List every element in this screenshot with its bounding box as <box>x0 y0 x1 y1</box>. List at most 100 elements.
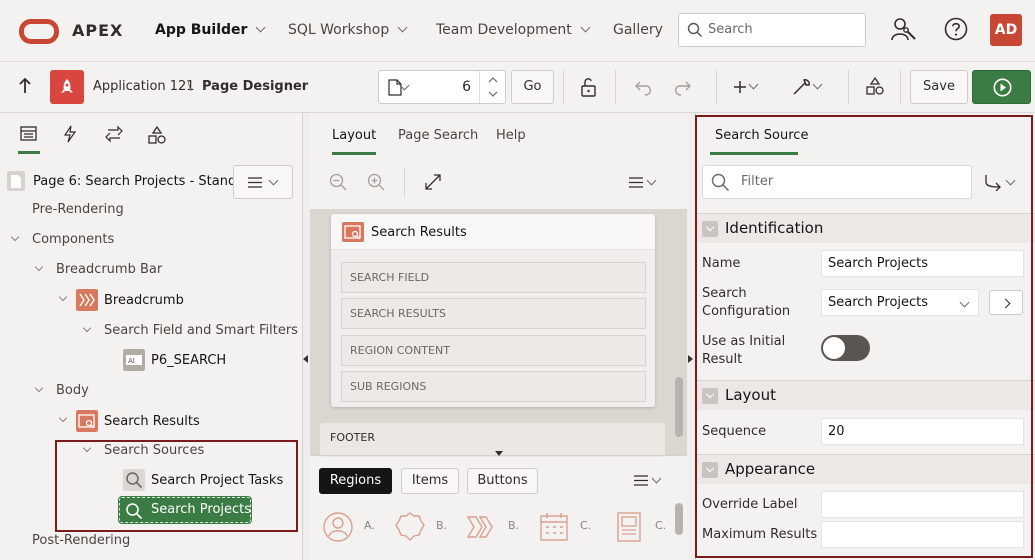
breadcrumb-icon <box>76 289 98 311</box>
expand-icon[interactable] <box>424 173 442 191</box>
gallery-item[interactable]: C. <box>538 511 591 547</box>
gallery-scrollbar[interactable] <box>675 503 683 535</box>
tree-node-body[interactable]: Body <box>34 379 89 403</box>
collapse-right-pane-handle[interactable] <box>688 355 693 363</box>
gallery-tabs: Regions Items Buttons <box>310 455 687 503</box>
undo-icon[interactable] <box>634 79 654 97</box>
layout-menu-button[interactable] <box>624 171 664 195</box>
breadcrumb-current: Page Designer <box>202 79 309 94</box>
tab-shared-components[interactable] <box>147 125 167 149</box>
chevron-down-icon <box>34 262 44 272</box>
tree-node-search-results[interactable]: Search Results <box>104 414 200 429</box>
rocket-icon <box>61 79 73 93</box>
gallery-item[interactable]: C. <box>613 511 666 547</box>
search-input[interactable] <box>708 22 858 37</box>
chevron-down-icon <box>34 383 44 393</box>
tree-node-breadcrumb[interactable]: Breadcrumb <box>104 293 184 308</box>
save-button[interactable]: Save <box>910 70 968 104</box>
page-number[interactable]: 6 <box>462 79 471 95</box>
nav-app-builder[interactable]: App Builder <box>155 22 266 38</box>
zoom-in-icon[interactable] <box>367 173 385 191</box>
drop-zone-region-content[interactable]: REGION CONTENT <box>341 335 646 366</box>
chevron-down-icon <box>82 323 92 333</box>
avatar-region-icon <box>323 512 353 542</box>
gallery-item[interactable]: B. <box>394 511 447 547</box>
shared-components-icon <box>148 125 166 144</box>
brand-name[interactable]: APEX <box>72 21 123 40</box>
region-card-search-results[interactable]: Search Results SEARCH FIELD SEARCH RESUL… <box>331 214 655 407</box>
breadcrumb-application[interactable]: Application 121 <box>93 79 195 94</box>
breadcrumb-region-icon <box>466 516 493 538</box>
chevron-down-icon <box>58 413 68 423</box>
go-button[interactable]: Go <box>511 70 554 104</box>
canvas-scrollbar[interactable] <box>675 377 683 437</box>
tab-help[interactable]: Help <box>496 128 526 143</box>
tree-node-post-rendering[interactable]: Post-Rendering <box>12 529 130 553</box>
tree-node-pre-rendering[interactable]: Pre-Rendering <box>12 198 124 222</box>
tree-node-components[interactable]: Components <box>10 228 114 252</box>
collapse-gallery-handle[interactable] <box>495 451 503 456</box>
tab-buttons[interactable]: Buttons <box>467 468 538 494</box>
arrow-up-icon[interactable] <box>18 77 32 95</box>
oracle-logo-icon[interactable] <box>19 19 59 44</box>
redo-icon[interactable] <box>672 79 692 97</box>
drop-zone-search-field[interactable]: SEARCH FIELD <box>341 262 646 293</box>
gallery-menu-button[interactable] <box>630 470 670 492</box>
administration-icon[interactable] <box>890 17 918 43</box>
nav-gallery[interactable]: Gallery <box>613 22 663 38</box>
user-avatar[interactable]: AD <box>990 14 1022 46</box>
annotation-highlight <box>695 115 1033 558</box>
tab-page-search[interactable]: Page Search <box>398 128 478 143</box>
collapse-left-pane-handle[interactable] <box>303 355 308 363</box>
layout-pane: Layout Page Search Help Search Results S… <box>310 113 687 560</box>
shared-components-icon[interactable] <box>865 76 885 96</box>
global-search[interactable] <box>678 13 866 47</box>
rendering-icon <box>20 126 37 141</box>
tree-node-p6-search[interactable]: P6_SEARCH <box>151 353 226 368</box>
layout-canvas[interactable]: Search Results SEARCH FIELD SEARCH RESUL… <box>310 209 687 457</box>
drop-zone-footer[interactable]: FOOTER <box>320 423 665 457</box>
rendering-tree-pane: Page 6: Search Projects - Standard Pre-R… <box>0 113 303 560</box>
page-selector[interactable]: 6 <box>378 70 506 104</box>
chevron-down-icon <box>255 22 266 33</box>
breadcrumb-separator: \ <box>187 79 192 94</box>
nav-team-development[interactable]: Team Development <box>436 22 591 38</box>
tab-processing[interactable] <box>104 125 124 147</box>
drop-zone-sub-regions[interactable]: SUB REGIONS <box>341 371 646 402</box>
left-pane-tabs <box>0 113 302 157</box>
chevron-down-icon <box>58 292 68 302</box>
gallery-item[interactable]: B. <box>466 511 519 547</box>
chevron-down-icon <box>10 232 20 242</box>
tab-dynamic-actions[interactable] <box>63 125 77 147</box>
tab-layout[interactable]: Layout <box>332 128 377 155</box>
chevron-down-icon <box>748 79 759 90</box>
gallery-item[interactable]: A. <box>322 511 375 547</box>
drop-zone-search-results[interactable]: SEARCH RESULTS <box>341 298 646 329</box>
page-number-stepper[interactable] <box>479 71 505 103</box>
help-icon[interactable] <box>944 17 968 41</box>
page-root-node[interactable]: Page 6: Search Projects - Standard <box>0 164 302 200</box>
utilities-menu-button[interactable] <box>788 70 832 104</box>
chevron-down-icon <box>812 79 823 90</box>
tree-menu-button[interactable] <box>233 165 293 199</box>
chevron-down-icon <box>268 175 279 186</box>
nav-sql-workshop[interactable]: SQL Workshop <box>288 22 408 38</box>
tree-node-search-field-filters[interactable]: Search Field and Smart Filters <box>82 319 298 343</box>
top-navigation-bar: APEX App Builder SQL Workshop Team Devel… <box>0 0 1035 62</box>
menu-icon <box>634 475 648 486</box>
chevron-down-icon <box>646 175 657 186</box>
zoom-out-icon[interactable] <box>329 173 347 191</box>
calendar-region-icon <box>540 513 568 541</box>
unlock-icon[interactable] <box>580 77 598 97</box>
tab-regions[interactable]: Regions <box>319 468 392 494</box>
text-field-icon: AI <box>123 349 145 371</box>
card-region-icon <box>617 512 641 542</box>
search-region-icon <box>342 222 364 242</box>
application-icon[interactable] <box>50 70 84 104</box>
tab-items[interactable]: Items <box>401 468 459 494</box>
region-header[interactable]: Search Results <box>331 214 655 250</box>
tab-rendering[interactable] <box>18 125 40 154</box>
run-page-button[interactable] <box>972 70 1031 104</box>
tree-node-breadcrumb-bar[interactable]: Breadcrumb Bar <box>34 258 162 282</box>
create-menu-button[interactable] <box>730 70 770 104</box>
